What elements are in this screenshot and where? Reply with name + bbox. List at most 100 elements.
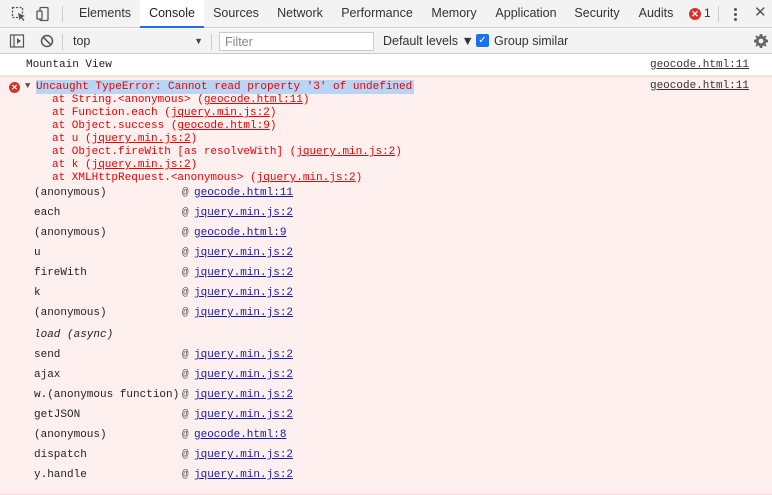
async-separator-row: load (async) [0, 329, 772, 349]
clear-console-icon[interactable] [39, 33, 55, 49]
toolbar-divider [718, 6, 719, 22]
stack-text: at Function.each ( [52, 107, 171, 119]
stack-trace-line: at u (jquery.min.js:2) [52, 133, 197, 146]
devtools-tabbar: Elements Console Sources Network Perform… [0, 0, 772, 28]
tab-sources[interactable]: Sources [204, 0, 268, 28]
close-devtools-icon[interactable]: ✕ [754, 4, 767, 22]
error-count[interactable]: 1 [704, 0, 711, 27]
tab-elements[interactable]: Elements [70, 0, 140, 28]
console-log-row: Mountain View geocode.html:11 [0, 55, 772, 76]
frame-file-link[interactable]: jquery.min.js:2 [194, 207, 293, 219]
call-frame-row: each @ jquery.min.js:2 [0, 207, 772, 227]
more-options-icon[interactable] [730, 6, 740, 22]
frame-file-link[interactable]: jquery.min.js:2 [194, 409, 293, 421]
frame-file-link[interactable]: jquery.min.js:2 [194, 389, 293, 401]
stack-text: ) [269, 120, 277, 132]
stack-trace-line: at Object.success (geocode.html:9) [52, 120, 276, 133]
stack-trace-line: at Object.fireWith [as resolveWith] (jqu… [52, 146, 402, 159]
call-frame-row: w.(anonymous function) @ jquery.min.js:2 [0, 389, 772, 409]
frame-function: dispatch [34, 449, 87, 461]
log-message: Mountain View [26, 59, 112, 71]
call-frame-row: y.handle @ jquery.min.js:2 [0, 469, 772, 489]
stack-link[interactable]: geocode.html:9 [177, 120, 269, 132]
frame-file-link[interactable]: geocode.html:8 [194, 429, 286, 441]
group-similar-checkbox[interactable]: ✓ [476, 34, 489, 47]
frame-at: @ [182, 207, 189, 219]
frame-file-link[interactable]: jquery.min.js:2 [194, 247, 293, 259]
frame-function: u [34, 247, 41, 259]
tab-security[interactable]: Security [566, 0, 628, 28]
inspect-element-icon[interactable] [11, 6, 27, 22]
log-levels-dropdown[interactable]: Default levels ▼ [383, 32, 474, 51]
stack-link[interactable]: jquery.min.js:2 [92, 133, 191, 145]
tab-application[interactable]: Application [486, 0, 566, 28]
frame-file-link[interactable]: geocode.html:9 [194, 227, 286, 239]
context-value: top [73, 34, 91, 48]
dropdown-arrow-icon: ▼ [194, 36, 203, 46]
frame-function: y.handle [34, 469, 87, 481]
show-sidebar-icon[interactable] [9, 33, 25, 49]
call-frame-row: (anonymous) @ geocode.html:8 [0, 429, 772, 449]
console-output: Mountain View geocode.html:11 ✕ ▼ Uncaug… [0, 55, 772, 495]
tab-network[interactable]: Network [268, 0, 332, 28]
call-frame-row: getJSON @ jquery.min.js:2 [0, 409, 772, 429]
console-toolbar: top ▼ Default levels ▼ ✓ Group similar [0, 29, 772, 54]
frame-function: ajax [34, 369, 61, 381]
call-frame-row: dispatch @ jquery.min.js:2 [0, 449, 772, 469]
frame-file-link[interactable]: jquery.min.js:2 [194, 287, 293, 299]
error-source-link[interactable]: geocode.html:11 [650, 80, 749, 92]
frame-function: (anonymous) [34, 307, 107, 319]
call-frame-row: send @ jquery.min.js:2 [0, 349, 772, 369]
stack-text: ) [190, 159, 198, 171]
tab-console[interactable]: Console [140, 0, 204, 28]
frame-file-link[interactable]: jquery.min.js:2 [194, 369, 293, 381]
context-selector[interactable]: top ▼ [67, 32, 207, 51]
error-message[interactable]: Uncaught TypeError: Cannot read property… [36, 80, 415, 94]
frame-at: @ [182, 429, 189, 441]
frame-at: @ [182, 187, 189, 199]
device-toolbar-icon[interactable] [36, 6, 52, 22]
stack-link[interactable]: geocode.html:11 [204, 94, 303, 106]
expand-toggle-icon[interactable]: ▼ [25, 81, 30, 91]
frame-file-link[interactable]: jquery.min.js:2 [194, 349, 293, 361]
frame-at: @ [182, 349, 189, 361]
stack-text: at Object.success ( [52, 120, 178, 132]
stack-link[interactable]: jquery.min.js:2 [257, 172, 356, 184]
stack-trace-line: at k (jquery.min.js:2) [52, 159, 197, 172]
frame-file-link[interactable]: jquery.min.js:2 [194, 449, 293, 461]
frame-file-link[interactable]: jquery.min.js:2 [194, 307, 293, 319]
stack-link[interactable]: jquery.min.js:2 [171, 107, 270, 119]
gear-icon[interactable] [753, 33, 769, 49]
call-frame-row: ajax @ jquery.min.js:2 [0, 369, 772, 389]
frame-file-link[interactable]: jquery.min.js:2 [194, 267, 293, 279]
log-source-link[interactable]: geocode.html:11 [650, 59, 749, 71]
tab-memory[interactable]: Memory [422, 0, 486, 28]
frame-at: @ [182, 287, 189, 299]
stack-text: ) [269, 107, 277, 119]
call-frame-row: (anonymous) @ geocode.html:11 [0, 187, 772, 207]
frame-function: (anonymous) [34, 227, 107, 239]
stack-link[interactable]: jquery.min.js:2 [92, 159, 191, 171]
stack-text: at k ( [52, 159, 92, 171]
frame-function: w.(anonymous function) [34, 389, 180, 401]
stack-text: ) [190, 133, 198, 145]
group-similar-label[interactable]: Group similar [494, 32, 568, 51]
stack-text: ) [395, 146, 402, 158]
toolbar-divider [62, 34, 63, 50]
frame-at: @ [182, 469, 189, 481]
tab-performance[interactable]: Performance [332, 0, 422, 28]
stack-text: at u ( [52, 133, 92, 145]
filter-input[interactable] [219, 32, 374, 51]
error-count-icon[interactable]: ✕ [689, 8, 701, 20]
frame-function: fireWith [34, 267, 87, 279]
stack-link[interactable]: jquery.min.js:2 [296, 146, 395, 158]
frame-function: send [34, 349, 61, 361]
frame-at: @ [182, 449, 189, 461]
frame-file-link[interactable]: jquery.min.js:2 [194, 469, 293, 481]
frame-file-link[interactable]: geocode.html:11 [194, 187, 293, 199]
call-frame-row: (anonymous) @ jquery.min.js:2 [0, 307, 772, 327]
console-error-row: ✕ ▼ Uncaught TypeError: Cannot read prop… [0, 76, 772, 495]
frame-at: @ [182, 227, 189, 239]
tab-audits[interactable]: Audits [628, 0, 684, 28]
frame-at: @ [182, 267, 189, 279]
